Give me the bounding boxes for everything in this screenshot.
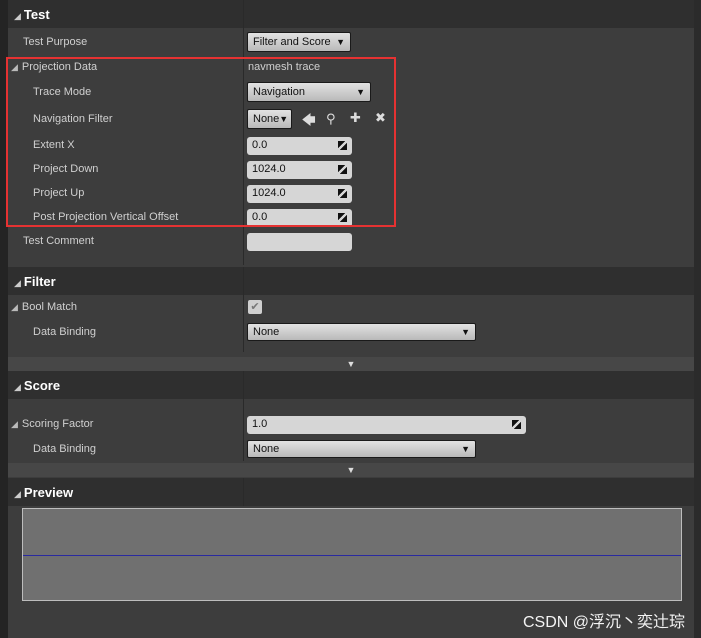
expand-arrow-icon: ▼	[346, 465, 356, 475]
score-data-binding-dropdown[interactable]: None ▼	[247, 440, 476, 458]
section-title: Filter	[23, 274, 56, 289]
dropdown-value: None	[253, 443, 280, 455]
test-purpose-label: Test Purpose	[23, 36, 88, 48]
dropdown-value: Filter and Score	[253, 36, 331, 48]
collapse-triangle-icon: ◢	[11, 302, 18, 312]
preview-curve-line	[23, 554, 681, 556]
column-divider[interactable]	[243, 267, 244, 352]
label-text: Scoring Factor	[21, 418, 94, 430]
column-divider[interactable]	[243, 478, 244, 506]
column-divider[interactable]	[243, 371, 244, 461]
test-purpose-dropdown[interactable]: Filter and Score ▼	[247, 32, 351, 52]
section-title: Score	[23, 378, 61, 393]
dropdown-value: None	[253, 326, 280, 338]
test-comment-input[interactable]	[247, 233, 352, 251]
scrollbar-track[interactable]	[694, 0, 701, 638]
chevron-down-icon: ▼	[461, 327, 470, 337]
watermark: CSDN @浮沉丶奕辻琮	[522, 614, 685, 631]
section-filter-header[interactable]: ◢ Filter	[8, 267, 694, 295]
highlight-box	[6, 57, 396, 227]
filter-data-binding-label: Data Binding	[33, 326, 96, 338]
chevron-down-icon: ▼	[461, 444, 470, 454]
section-test-header[interactable]: ◢ Test	[8, 0, 694, 28]
collapse-triangle-icon: ◢	[11, 419, 18, 429]
collapse-triangle-icon: ◢	[14, 489, 21, 499]
expand-arrow-icon: ▼	[346, 359, 356, 369]
advanced-expand-button[interactable]: ▼	[8, 357, 694, 371]
preview-graph	[22, 508, 682, 601]
bool-match-checkbox[interactable]: ✔	[248, 300, 262, 314]
collapse-triangle-icon: ◢	[14, 382, 21, 392]
score-data-binding-label: Data Binding	[33, 443, 96, 455]
scoring-factor-input[interactable]: 1.0	[247, 416, 526, 434]
scoring-factor-label[interactable]: ◢ Scoring Factor	[11, 418, 93, 430]
collapse-triangle-icon: ◢	[14, 11, 21, 21]
input-value: 1.0	[252, 418, 268, 430]
label-text: Bool Match	[21, 301, 77, 313]
section-score-header[interactable]: ◢ Score	[8, 371, 694, 399]
filter-data-binding-dropdown[interactable]: None ▼	[247, 323, 476, 341]
section-title: Preview	[23, 485, 74, 500]
advanced-expand-button[interactable]: ▼	[8, 463, 694, 477]
section-title: Test	[23, 7, 50, 22]
test-comment-label: Test Comment	[23, 235, 94, 247]
drag-resize-icon[interactable]	[512, 420, 521, 429]
section-preview-header[interactable]: ◢ Preview	[8, 478, 694, 506]
collapse-triangle-icon: ◢	[14, 278, 21, 288]
bool-match-label[interactable]: ◢ Bool Match	[11, 301, 77, 313]
chevron-down-icon: ▼	[336, 37, 345, 47]
